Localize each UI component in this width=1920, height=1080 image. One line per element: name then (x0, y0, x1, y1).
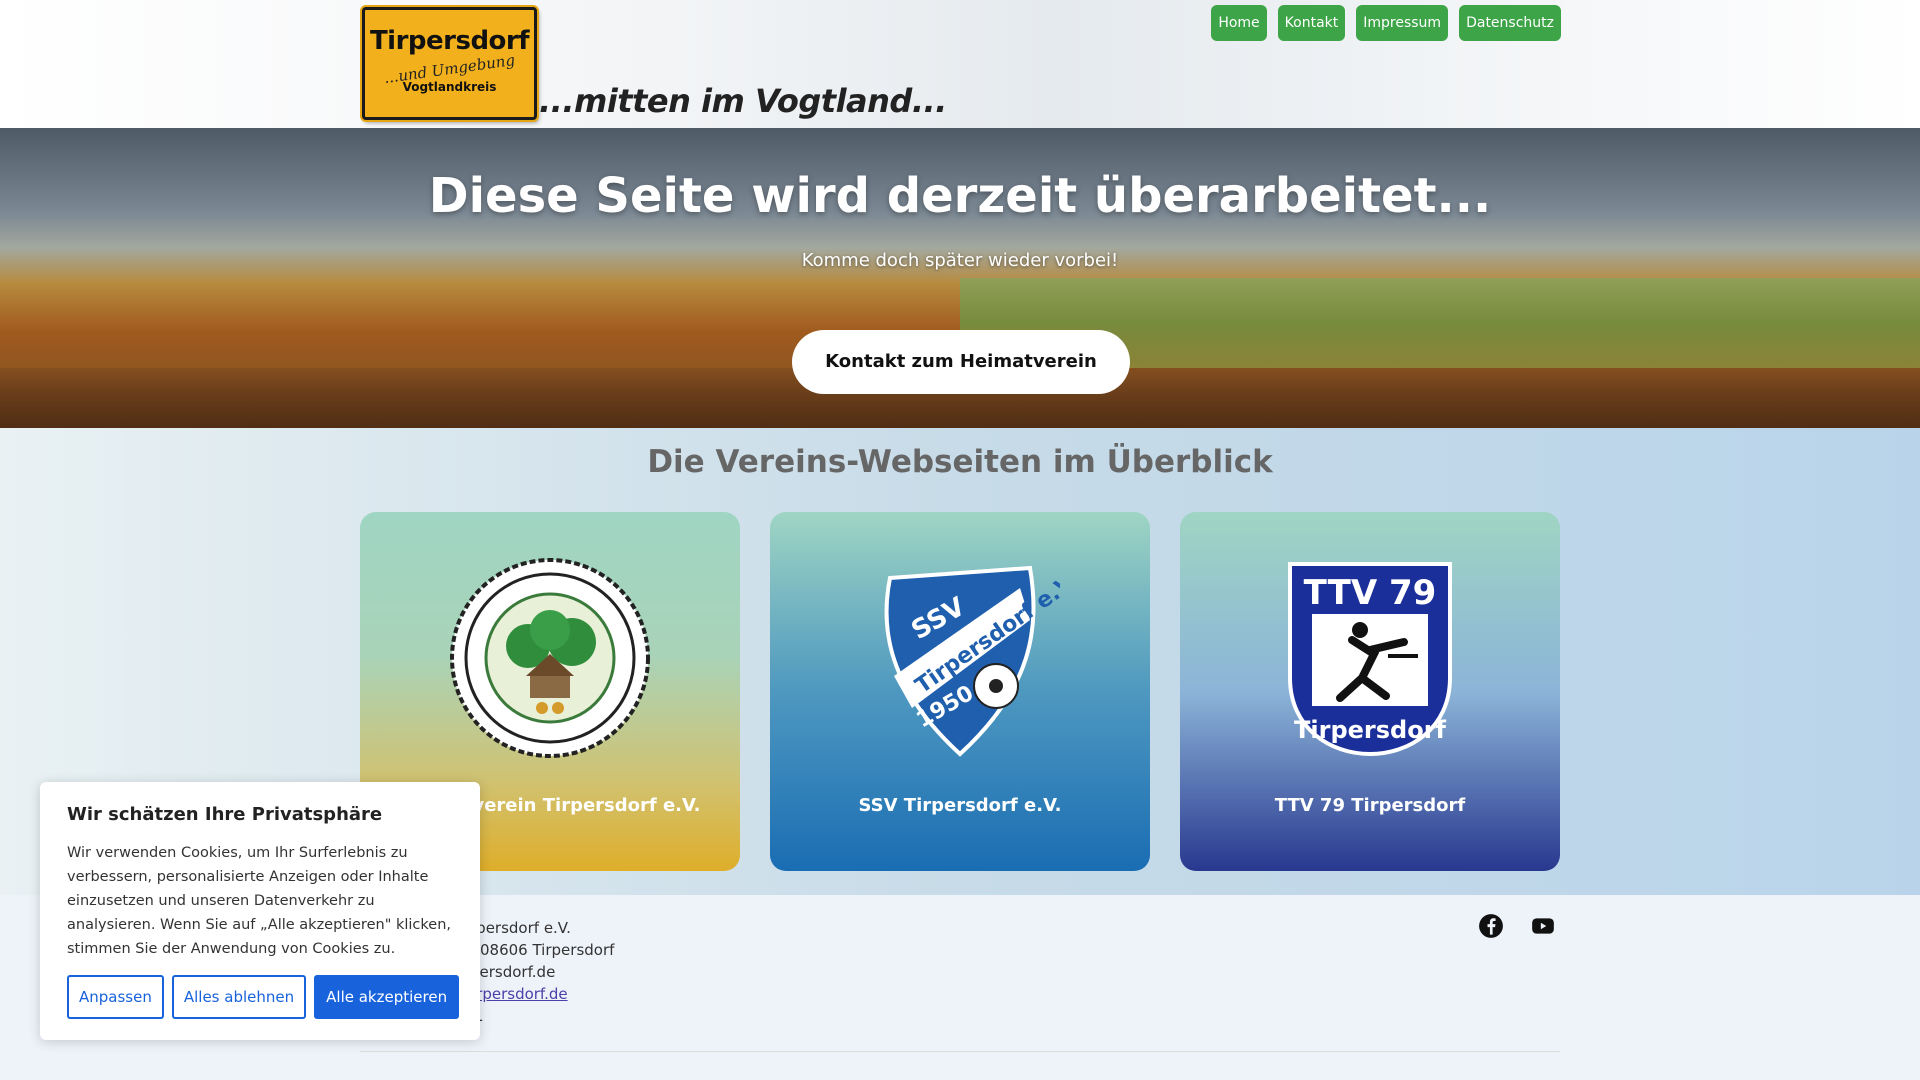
ttv-shield-icon: TTV 79 Tirpersdorf (1288, 562, 1452, 757)
cookie-consent-banner: Wir schätzen Ihre Privatsphäre Wir verwe… (40, 782, 480, 1040)
nav-kontakt-button[interactable]: Kontakt (1277, 5, 1346, 41)
nav-impressum-button[interactable]: Impressum (1356, 5, 1449, 41)
cookie-customize-button[interactable]: Anpassen (67, 975, 164, 1019)
nav-home-button[interactable]: Home (1211, 5, 1267, 41)
club-card-label: TTV 79 Tirpersdorf (1274, 795, 1466, 816)
club-card-ttv[interactable]: TTV 79 Tirpersdorf TTV 79 Tirpersdorf (1180, 512, 1560, 871)
ttv-shield-letters: TTV 79 (1304, 573, 1437, 613)
club-card-ssv[interactable]: SSV Tirpersdorf e.V. 1950 SSV Tirpersdor… (770, 512, 1150, 871)
main-nav: Home Kontakt Impressum Datenschutz (1211, 5, 1561, 41)
cookie-banner-actions: Anpassen Alles ablehnen Alle akzeptieren (67, 975, 460, 1019)
footer-divider (360, 1051, 1560, 1052)
site-tagline: ...mitten im Vogtland... (539, 82, 947, 120)
hero-title: Diese Seite wird derzeit überarbeitet... (428, 168, 1492, 224)
cookie-reject-all-button[interactable]: Alles ablehnen (171, 975, 307, 1019)
site-logo[interactable]: Tirpersdorf ...und Umgebung Vogtlandkrei… (362, 7, 537, 120)
youtube-icon[interactable] (1530, 913, 1556, 939)
ssv-shield-icon: SSV Tirpersdorf e.V. 1950 (884, 565, 1060, 757)
club-card-label: SSV Tirpersdorf e.V. (858, 795, 1062, 816)
site-header: Tirpersdorf ...und Umgebung Vogtlandkrei… (0, 0, 1920, 128)
facebook-icon[interactable] (1478, 913, 1504, 939)
cookie-accept-all-button[interactable]: Alle akzeptieren (314, 975, 460, 1019)
cookie-banner-title: Wir schätzen Ihre Privatsphäre (67, 804, 383, 825)
contact-heimatverein-button[interactable]: Kontakt zum Heimatverein (792, 330, 1130, 394)
hero-banner: Diese Seite wird derzeit überarbeitet...… (0, 128, 1920, 428)
ttv-shield-name: Tirpersdorf (1294, 716, 1447, 744)
nav-datenschutz-button[interactable]: Datenschutz (1459, 5, 1561, 41)
footer-email-link[interactable]: irpersdorf.de (472, 985, 568, 1003)
heimatverein-seal-icon (450, 558, 650, 758)
cookie-banner-text: Wir verwenden Cookies, um Ihr Surferlebn… (67, 845, 451, 957)
clubs-section-title: Die Vereins-Webseiten im Überblick (647, 444, 1273, 480)
hero-subtitle: Komme doch später wieder vorbei! (801, 250, 1119, 271)
